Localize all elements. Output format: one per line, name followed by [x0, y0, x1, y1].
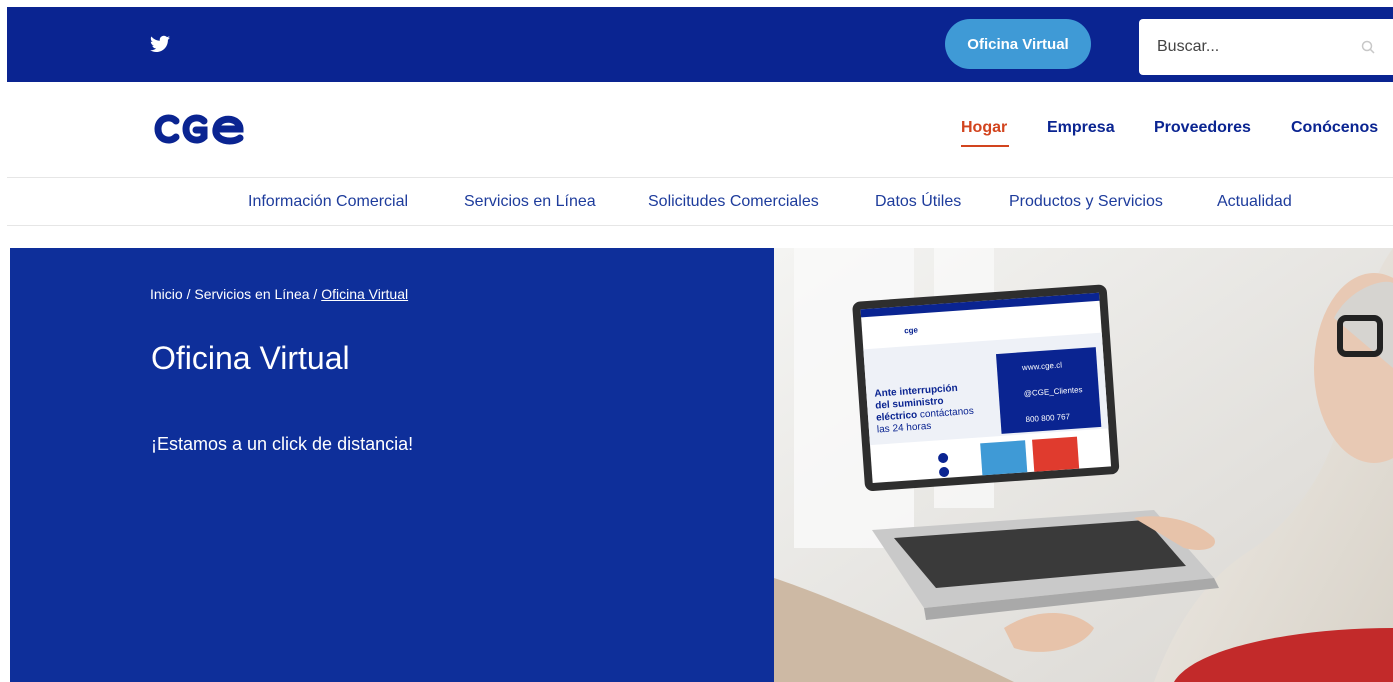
laptop-photo: cge Ante interrupción del suministro elé…: [774, 248, 1393, 682]
header-divider: [7, 177, 1393, 178]
breadcrumb-oficina-virtual[interactable]: Oficina Virtual: [321, 286, 408, 302]
search-box: [1139, 19, 1393, 75]
screen-logo: cge: [904, 325, 919, 335]
search-icon[interactable]: [1361, 40, 1375, 54]
search-input[interactable]: [1139, 19, 1393, 75]
hero-image: cge Ante interrupción del suministro elé…: [774, 248, 1393, 682]
subnav-informacion-comercial[interactable]: Información Comercial: [248, 193, 408, 211]
page-title: Oficina Virtual: [151, 340, 350, 376]
subnav-productos-y-servicios[interactable]: Productos y Servicios: [1009, 193, 1163, 211]
breadcrumb-separator: /: [309, 286, 322, 302]
cge-logo[interactable]: [152, 109, 248, 149]
breadcrumb: Inicio / Servicios en Línea / Oficina Vi…: [150, 286, 408, 302]
nav-conocenos[interactable]: Conócenos: [1291, 119, 1378, 137]
subnav-servicios-en-linea[interactable]: Servicios en Línea: [464, 193, 596, 211]
breadcrumb-inicio[interactable]: Inicio: [150, 286, 183, 302]
subnav-solicitudes-comerciales[interactable]: Solicitudes Comerciales: [648, 193, 819, 211]
nav-hogar[interactable]: Hogar: [961, 119, 1007, 137]
breadcrumb-separator: /: [182, 286, 195, 302]
twitter-icon[interactable]: [150, 35, 170, 53]
active-nav-underline: [961, 145, 1009, 147]
subnav-datos-utiles[interactable]: Datos Útiles: [875, 193, 961, 211]
subnav-actualidad[interactable]: Actualidad: [1217, 193, 1292, 211]
hero-subtitle: ¡Estamos a un click de distancia!: [151, 434, 414, 454]
hero-banner: [10, 248, 774, 682]
nav-empresa[interactable]: Empresa: [1047, 119, 1115, 137]
oficina-virtual-button[interactable]: Oficina Virtual: [945, 19, 1091, 69]
breadcrumb-servicios-en-linea[interactable]: Servicios en Línea: [194, 286, 309, 302]
subnav-divider: [7, 225, 1393, 226]
nav-proveedores[interactable]: Proveedores: [1154, 119, 1251, 137]
top-bar: Oficina Virtual: [7, 7, 1393, 82]
